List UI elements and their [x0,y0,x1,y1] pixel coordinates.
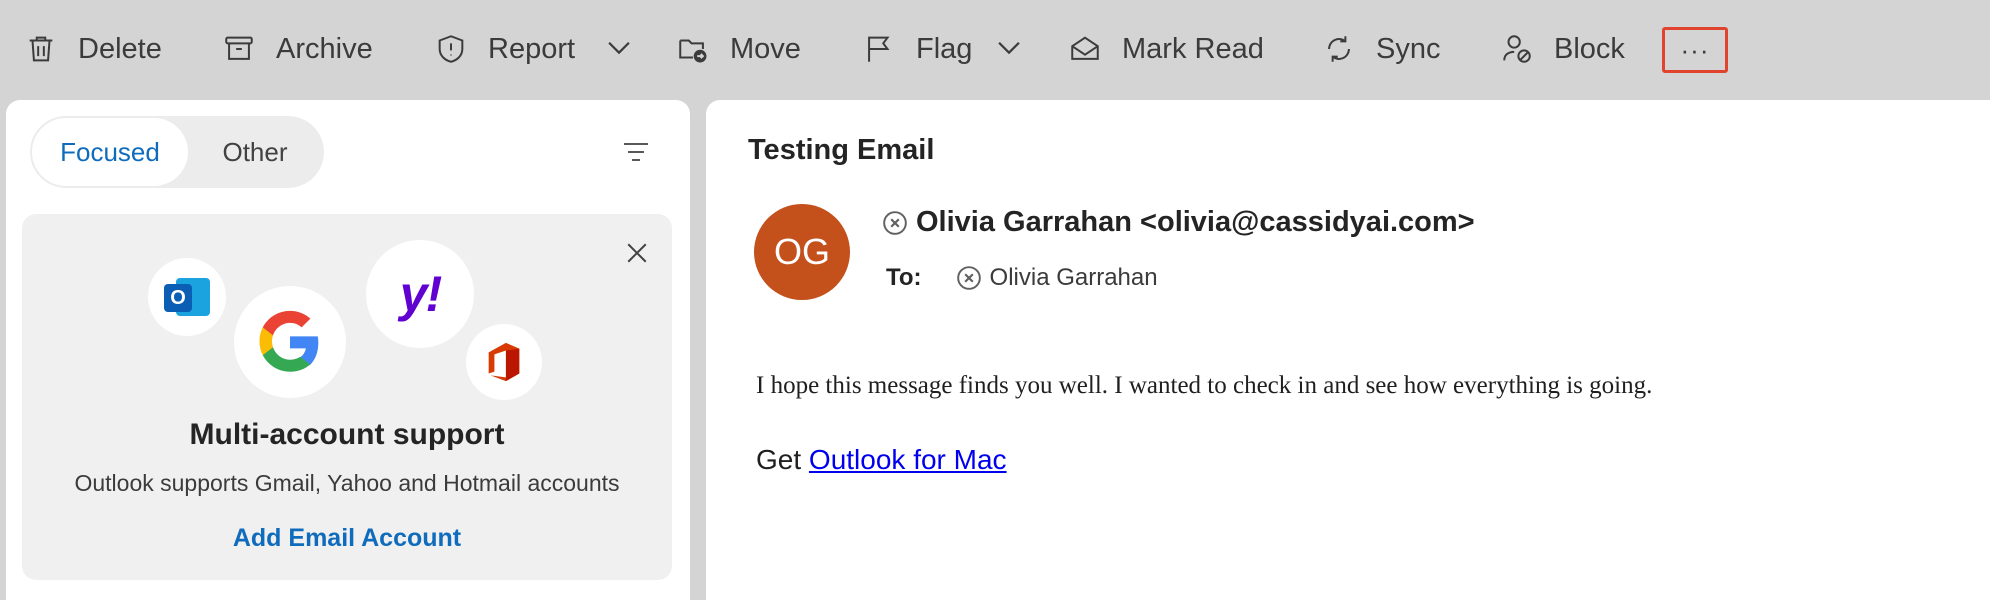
avatar[interactable]: OG [754,204,850,300]
flag-chevron-down-icon[interactable] [992,30,1026,64]
filter-icon[interactable] [620,136,652,168]
mark-read-button[interactable]: Mark Read [1068,22,1264,76]
recipient-name[interactable]: Olivia Garrahan [990,264,1158,292]
folder-move-icon [676,32,710,66]
outlook-logo-icon: O [164,274,210,320]
tab-focused[interactable]: Focused [32,118,188,186]
inbox-segmented-control: Focused Other [30,116,324,188]
google-logo-icon [259,310,319,372]
block-button[interactable]: Block [1500,22,1625,76]
office-logo-bubble [466,324,542,400]
office-logo-icon [488,342,520,382]
delete-label: Delete [78,32,162,65]
move-label: Move [730,32,801,65]
sync-button[interactable]: Sync [1322,22,1440,76]
delete-button[interactable]: Delete [24,22,162,76]
more-options-button[interactable]: ··· [1662,27,1728,73]
recipients-row: To: Olivia Garrahan [886,264,1158,292]
multi-account-promo-card: O y! Multi-account support Outlook suppo… [22,214,672,580]
promo-subtitle: Outlook supports Gmail, Yahoo and Hotmai… [74,470,620,496]
reading-pane: Testing Email OG Olivia Garrahan <olivia… [706,100,1990,600]
block-label: Block [1554,32,1625,65]
message-list-pane: Focused Other O y! Multi-account support… [6,100,690,600]
close-icon[interactable] [622,238,652,268]
yahoo-logo-icon: y! [399,266,442,322]
email-subject: Testing Email [748,134,935,166]
envelope-open-icon [1068,32,1102,66]
add-email-account-link[interactable]: Add Email Account [22,524,672,553]
flag-button[interactable]: Flag [862,22,972,76]
tab-other[interactable]: Other [188,118,322,186]
email-body: I hope this message finds you well. I wa… [756,372,1653,399]
google-logo-bubble [234,286,346,398]
mark-read-label: Mark Read [1122,32,1264,65]
flag-label: Flag [916,32,973,65]
toolbar: Delete Archive Report Move Flag Mark Rea… [0,0,1990,98]
outlook-logo-bubble: O [148,258,226,336]
move-button[interactable]: Move [676,22,801,76]
sender-name[interactable]: Olivia Garrahan <olivia@cassidyai.com> [916,206,1475,239]
signature-prefix: Get [756,444,809,475]
remove-sender-icon[interactable] [882,210,908,236]
yahoo-logo-bubble: y! [366,240,474,348]
outlook-for-mac-link[interactable]: Outlook for Mac [809,444,1007,475]
remove-recipient-icon[interactable] [956,265,982,291]
promo-title: Multi-account support [189,418,505,451]
report-button[interactable]: Report [434,22,575,76]
sender-row: Olivia Garrahan <olivia@cassidyai.com> [882,206,1475,239]
email-signature: Get Outlook for Mac [756,444,1007,476]
archive-icon [222,32,256,66]
to-label: To: [886,264,922,291]
archive-label: Archive [276,32,373,65]
sync-label: Sync [1376,32,1441,65]
trash-icon [24,32,58,66]
sync-icon [1322,32,1356,66]
flag-icon [862,32,896,66]
more-icon: ··· [1680,34,1710,65]
archive-button[interactable]: Archive [222,22,373,76]
report-chevron-down-icon[interactable] [602,30,636,64]
shield-icon [434,32,468,66]
report-label: Report [488,32,576,65]
block-sender-icon [1500,32,1534,66]
